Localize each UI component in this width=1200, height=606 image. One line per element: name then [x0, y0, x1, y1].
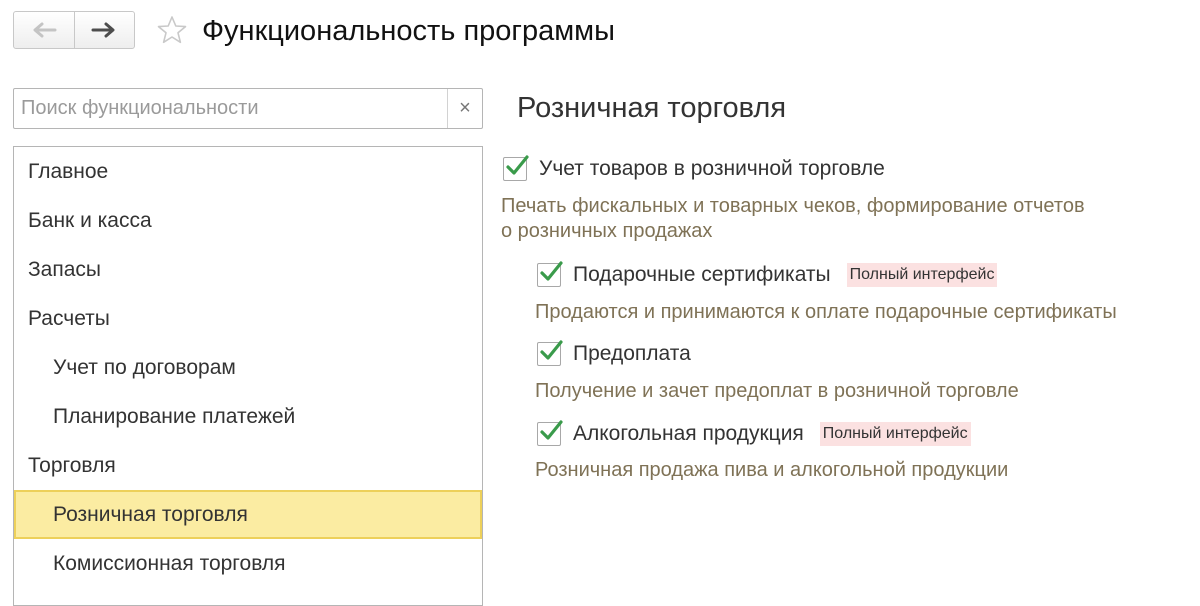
checkmark-icon — [506, 155, 529, 175]
checkmark-icon — [540, 340, 563, 360]
sidebar-item-commission[interactable]: Комиссионная торговля — [14, 539, 482, 588]
sidebar-item-contracts[interactable]: Учет по договорам — [14, 343, 482, 392]
option-label: Учет товаров в розничной торговле — [539, 157, 885, 180]
full-interface-badge: Полный интерфейс — [846, 263, 998, 287]
prepayment-checkbox[interactable] — [537, 340, 563, 366]
option-description: Получение и зачет предоплат в розничной … — [535, 380, 1019, 402]
sidebar-item-settlements[interactable]: Расчеты — [14, 294, 482, 343]
back-button[interactable] — [14, 12, 74, 48]
option-alcohol: Алкогольная продукция Полный интерфейс — [537, 420, 971, 447]
sidebar-item-payment-planning[interactable]: Планирование платежей — [14, 392, 482, 441]
clear-search-button[interactable]: × — [447, 89, 482, 128]
checkmark-icon — [540, 261, 563, 281]
section-list: Главное Банк и касса Запасы Расчеты Учет… — [13, 146, 483, 606]
option-label: Подарочные сертификаты — [573, 263, 831, 286]
option-retail-accounting: Учет товаров в розничной торговле — [503, 155, 885, 182]
sidebar-item-main[interactable]: Главное — [14, 147, 482, 196]
sidebar-item-retail[interactable]: Розничная торговля — [14, 490, 482, 539]
checkmark-icon — [540, 420, 563, 440]
retail-accounting-checkbox[interactable] — [503, 155, 529, 181]
option-description: Продаются и принимаются к оплате подароч… — [535, 301, 1117, 323]
sidebar-item-inventory[interactable]: Запасы — [14, 245, 482, 294]
option-label: Алкогольная продукция — [573, 422, 804, 445]
forward-button[interactable] — [73, 12, 135, 48]
star-icon[interactable] — [157, 15, 187, 45]
alcohol-checkbox[interactable] — [537, 420, 563, 446]
option-description: Розничная продажа пива и алкогольной про… — [535, 459, 1009, 481]
arrow-right-icon — [91, 22, 115, 38]
full-interface-badge: Полный интерфейс — [819, 422, 971, 446]
navigation-buttons — [13, 11, 135, 49]
page-title: Функциональность программы — [202, 15, 615, 47]
option-label: Предоплата — [573, 342, 691, 365]
search-input[interactable] — [14, 89, 447, 128]
option-prepayment: Предоплата — [537, 340, 691, 367]
option-description-line2: о розничных продажах — [501, 220, 713, 242]
arrow-left-icon — [33, 22, 57, 38]
search-box: × — [13, 88, 483, 129]
option-gift-certificates: Подарочные сертификаты Полный интерфейс — [537, 261, 998, 288]
sidebar-item-bank-cash[interactable]: Банк и касса — [14, 196, 482, 245]
option-description: Печать фискальных и товарных чеков, форм… — [501, 195, 1085, 217]
sidebar-item-trade[interactable]: Торговля — [14, 441, 482, 490]
section-title: Розничная торговля — [517, 92, 787, 124]
gift-certificates-checkbox[interactable] — [537, 261, 563, 287]
